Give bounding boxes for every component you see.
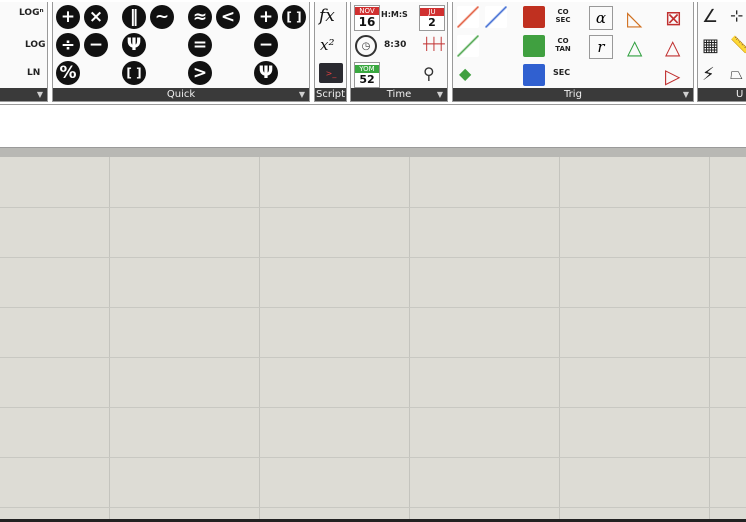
- approx-button[interactable]: ≈: [188, 5, 212, 29]
- log-n-button[interactable]: LOGⁿ: [19, 8, 44, 18]
- cosine-triangle-icon[interactable]: [485, 6, 507, 28]
- cosecant-graph-icon[interactable]: [523, 6, 545, 28]
- divide-button[interactable]: ÷: [56, 33, 80, 57]
- group-script: fx x² >_ Script: [314, 2, 347, 102]
- triangle-median-icon[interactable]: △: [665, 35, 680, 59]
- yom-label: YOM: [355, 64, 379, 73]
- group-label-quick: Quick: [53, 88, 309, 101]
- group-trig: ◆ CO SEC CO TAN SEC α r ◺ △ ⊠ △ ▷ Trig ▼: [452, 2, 694, 102]
- grid-line: [0, 507, 746, 508]
- plus-button-2[interactable]: +: [254, 5, 278, 29]
- radius-button[interactable]: r: [589, 35, 613, 59]
- group-quick: + × ‖ ~ ≈ < + [ ] ÷ − Ψ = − % [ ] > Ψ Qu…: [52, 2, 310, 102]
- plus-button[interactable]: +: [56, 5, 80, 29]
- formula-bar[interactable]: [0, 104, 746, 148]
- weight-icon[interactable]: ⏢: [730, 64, 743, 84]
- group-time: NOV 16 H:M:S JU 2 ◷ 8:30 ┼┼┼ YOM 52 ⚲ Ti…: [350, 2, 448, 102]
- worksheet-canvas[interactable]: [0, 157, 746, 520]
- expand-arrow-icon[interactable]: ▼: [683, 89, 689, 100]
- brackets-button-2[interactable]: [ ]: [122, 61, 146, 85]
- arc-arrow-icon[interactable]: ◆: [459, 64, 471, 83]
- sec-button[interactable]: SEC: [553, 68, 570, 77]
- energy-icon[interactable]: ⚡: [702, 64, 715, 85]
- secant-graph-icon[interactable]: [523, 64, 545, 86]
- brackets-button[interactable]: [ ]: [282, 5, 306, 29]
- date-day: 2: [428, 15, 436, 29]
- alpha-button[interactable]: α: [589, 6, 613, 30]
- triangle-angles-icon[interactable]: △: [627, 35, 642, 59]
- expand-arrow-icon[interactable]: ▼: [37, 89, 43, 100]
- calendar-month: NOV: [355, 7, 379, 15]
- group-math: LOGⁿ LOG LN ▼: [0, 2, 48, 102]
- right-triangle-icon[interactable]: ◺: [627, 6, 642, 30]
- group-label-script: Script: [315, 88, 346, 101]
- stopwatch-icon[interactable]: ⚲: [423, 64, 435, 83]
- time-display-button[interactable]: 8:30: [384, 40, 406, 50]
- grid-line: [409, 157, 410, 520]
- cosec-button[interactable]: CO SEC: [551, 8, 575, 24]
- date-clock-button[interactable]: JU 2: [419, 5, 445, 31]
- grid-line: [0, 457, 746, 458]
- hms-button[interactable]: H:M:S: [381, 10, 408, 19]
- power-button[interactable]: x²: [320, 36, 334, 54]
- percent-button[interactable]: %: [56, 61, 80, 85]
- triangle-crossed-icon[interactable]: ⊠: [665, 6, 682, 30]
- minus-button[interactable]: −: [84, 33, 108, 57]
- grid-line: [559, 157, 560, 520]
- cotan-button[interactable]: CO TAN: [551, 37, 575, 53]
- group-label-time: Time: [351, 88, 447, 101]
- calendar-button[interactable]: NOV 16: [354, 5, 380, 31]
- column-header-bar: [0, 148, 746, 157]
- sine-triangle-icon[interactable]: [457, 6, 479, 28]
- ln-button[interactable]: LN: [27, 68, 40, 78]
- cotangent-graph-icon[interactable]: [523, 35, 545, 57]
- grid-line: [0, 407, 746, 408]
- grid-line: [0, 307, 746, 308]
- tilde-button[interactable]: ~: [150, 5, 174, 29]
- crosshair-icon[interactable]: ⊹: [730, 6, 743, 25]
- function-button[interactable]: fx: [319, 6, 335, 26]
- angle-icon[interactable]: ∠: [702, 6, 718, 27]
- psi-button-2[interactable]: Ψ: [254, 61, 278, 85]
- log-button[interactable]: LOG: [25, 40, 45, 50]
- console-button[interactable]: >_: [319, 63, 343, 83]
- date-month: JU: [420, 7, 444, 16]
- timeline-icon[interactable]: ┼┼┼: [423, 37, 445, 51]
- grid-line: [0, 357, 746, 358]
- less-than-button[interactable]: <: [216, 5, 240, 29]
- grid-line: [0, 257, 746, 258]
- grid-line: [109, 157, 110, 520]
- grid-line: [709, 157, 710, 520]
- yom-day: 52: [359, 72, 375, 86]
- day-of-month-button[interactable]: YOM 52: [354, 62, 380, 88]
- grid-line: [0, 207, 746, 208]
- ruler-icon[interactable]: 📏: [730, 35, 746, 54]
- calendar-day: 16: [358, 15, 376, 29]
- grid-icon[interactable]: ▦: [702, 35, 719, 56]
- multiply-button[interactable]: ×: [84, 5, 108, 29]
- ribbon-toolbar: LOGⁿ LOG LN ▼ + × ‖ ~ ≈ < + [ ] ÷ − Ψ = …: [0, 0, 746, 104]
- group-label-trig: Trig: [453, 88, 693, 101]
- minus-button-2[interactable]: −: [254, 33, 278, 57]
- expand-arrow-icon[interactable]: ▼: [299, 89, 305, 100]
- group-label-units: U: [698, 88, 746, 101]
- psi-button[interactable]: Ψ: [122, 33, 146, 57]
- triangle-play-icon[interactable]: ▷: [665, 64, 680, 88]
- expand-arrow-icon[interactable]: ▼: [437, 89, 443, 100]
- grid-line: [259, 157, 260, 520]
- equals-button[interactable]: =: [188, 33, 212, 57]
- tangent-triangle-icon[interactable]: [457, 35, 479, 57]
- group-units: ∠ ⊹ ▦ 📏 ⚡ ⏢ U: [697, 2, 746, 102]
- parallel-button[interactable]: ‖: [122, 5, 146, 29]
- greater-than-button[interactable]: >: [188, 61, 212, 85]
- clock-icon[interactable]: ◷: [355, 35, 377, 57]
